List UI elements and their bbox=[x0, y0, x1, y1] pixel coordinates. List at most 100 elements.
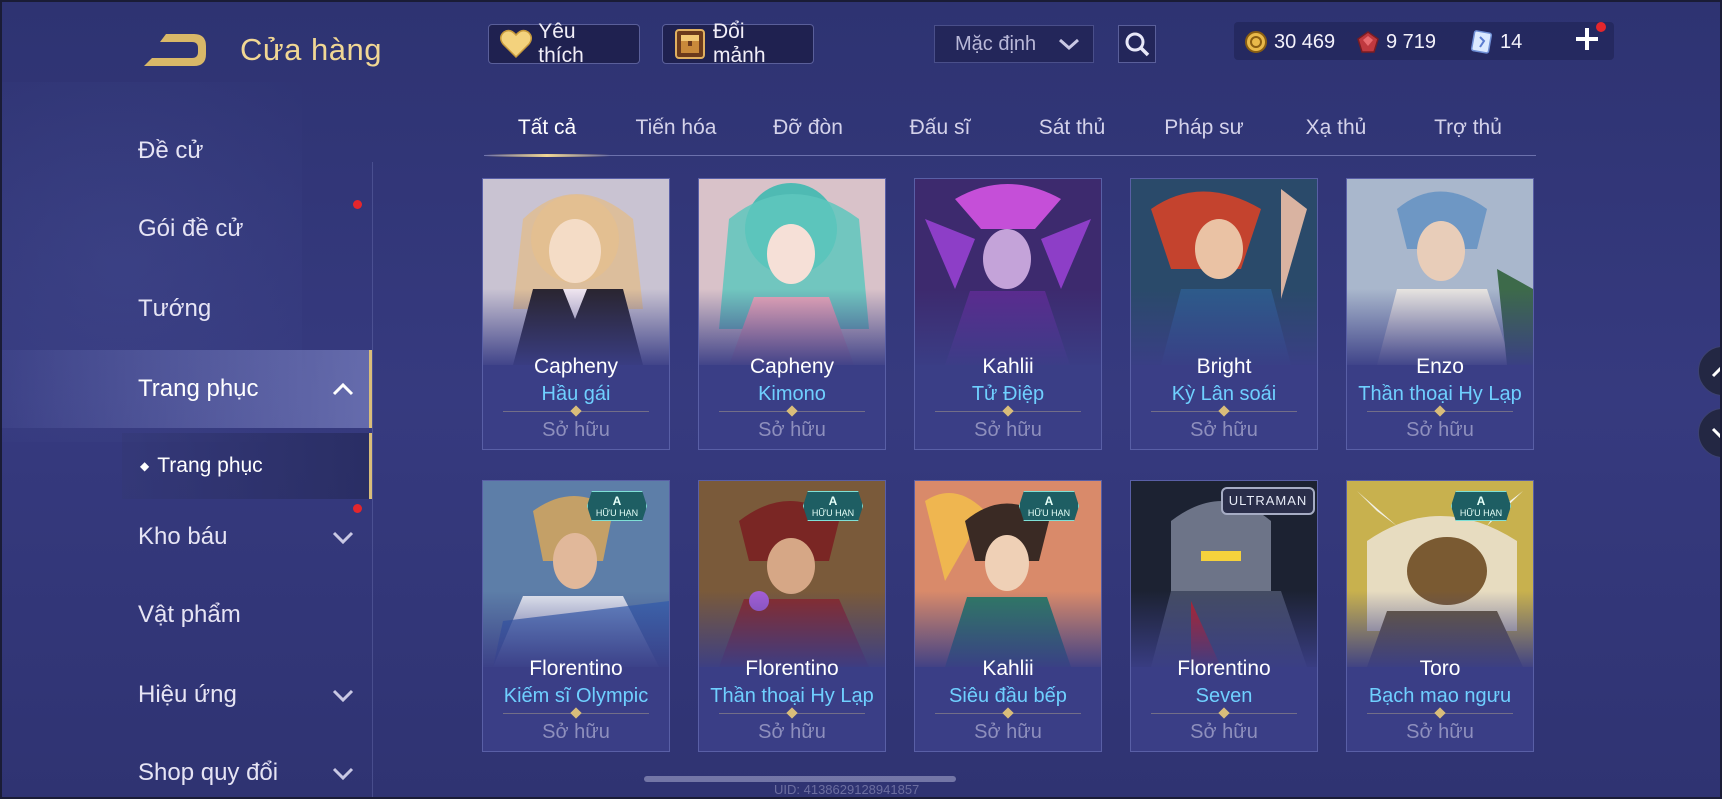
chevron-down-icon bbox=[332, 531, 354, 544]
hero-name: Bright bbox=[1196, 355, 1252, 378]
badge-text: HỮU HẠN bbox=[1459, 508, 1503, 518]
tab-fighter[interactable]: Đấu sĩ bbox=[874, 116, 1006, 140]
sidebar-item-label: Hiệu ứng bbox=[138, 681, 237, 708]
skin-card[interactable]: ULTRAMAN Florentino Seven Sở hữu bbox=[1130, 480, 1318, 752]
sidebar-subitem-skins[interactable]: ◆ Trang phục bbox=[122, 433, 372, 499]
treasure-chest-icon bbox=[673, 27, 707, 61]
owned-status: Sở hữu bbox=[758, 721, 826, 743]
sidebar-item-items[interactable]: Vật phẩm bbox=[2, 576, 372, 654]
badge-text: HỮU HẠN bbox=[1027, 508, 1071, 518]
notification-dot bbox=[353, 504, 362, 513]
skin-card[interactable]: A HỮU HẠN Florentino Kiếm sĩ Olympic Sở h… bbox=[482, 480, 670, 752]
sidebar-item-label: Tướng bbox=[138, 295, 212, 322]
skin-card[interactable]: Bright Kỳ Lân soái Sở hữu bbox=[1130, 178, 1318, 450]
voucher-balance: 14 bbox=[1470, 30, 1522, 54]
tab-label: Đấu sĩ bbox=[909, 116, 971, 139]
sidebar-item-skins[interactable]: Trang phục bbox=[2, 350, 372, 428]
chevron-up-icon bbox=[1711, 366, 1720, 378]
skin-card[interactable]: Enzo Thần thoại Hy Lạp Sở hữu bbox=[1346, 178, 1534, 450]
sidebar-subitem-label: Trang phục bbox=[157, 454, 263, 477]
sort-dropdown[interactable]: Mặc định bbox=[934, 25, 1094, 63]
divider-gem bbox=[1002, 405, 1014, 417]
search-button[interactable] bbox=[1118, 25, 1156, 63]
skin-card[interactable]: A HỮU HẠN Florentino Thần thoại Hy Lạp Sở… bbox=[698, 480, 886, 752]
divider-gem bbox=[1218, 405, 1230, 417]
chevron-down-icon bbox=[1059, 38, 1079, 51]
tab-tank[interactable]: Đỡ đòn bbox=[742, 116, 874, 140]
badge-tier: A bbox=[828, 494, 838, 508]
skin-card[interactable]: Capheny Hầu gái Sở hữu bbox=[482, 178, 670, 450]
owned-status: Sở hữu bbox=[1190, 721, 1258, 743]
sidebar-item-treasure[interactable]: Kho báu bbox=[2, 498, 372, 576]
owned-status: Sở hữu bbox=[542, 419, 610, 441]
owned-status: Sở hữu bbox=[758, 419, 826, 441]
skin-card[interactable]: Capheny Kimono Sở hữu bbox=[698, 178, 886, 450]
tab-label: Pháp sư bbox=[1164, 116, 1244, 139]
divider-gem bbox=[786, 707, 798, 719]
skin-card[interactable]: A HỮU HẠN Toro Bạch mao ngưu Sở hữu bbox=[1346, 480, 1534, 752]
divider-gem bbox=[1218, 707, 1230, 719]
tab-label: Tiến hóa bbox=[635, 116, 717, 139]
scroll-up-button[interactable] bbox=[1698, 346, 1720, 396]
chevron-down-icon bbox=[332, 689, 354, 702]
hero-name: Enzo bbox=[1416, 355, 1464, 378]
sidebar-item-recommended-bundles[interactable]: Gói đề cử bbox=[2, 190, 372, 268]
owned-status: Sở hữu bbox=[1406, 721, 1474, 743]
owned-status: Sở hữu bbox=[974, 419, 1042, 441]
skin-name: Thần thoại Hy Lạp bbox=[1358, 383, 1522, 405]
sidebar-item-heroes[interactable]: Tướng bbox=[2, 270, 372, 348]
tab-evolution[interactable]: Tiến hóa bbox=[610, 116, 742, 140]
hero-name: Kahlii bbox=[982, 355, 1034, 378]
gem-balance: 9 719 bbox=[1356, 30, 1436, 54]
sidebar-item-exchange-shop[interactable]: Shop quy đổi bbox=[2, 734, 372, 797]
badge-text: HỮU HẠN bbox=[595, 508, 639, 518]
tab-mage[interactable]: Pháp sư bbox=[1138, 116, 1270, 140]
divider-gem bbox=[570, 707, 582, 719]
skin-name: Tử Điệp bbox=[971, 383, 1045, 405]
sidebar-item-label: Vật phẩm bbox=[138, 601, 241, 628]
sidebar-item-label: Gói đề cử bbox=[138, 215, 244, 242]
gem-amount: 9 719 bbox=[1386, 30, 1437, 53]
tab-marksman[interactable]: Xạ thủ bbox=[1270, 116, 1402, 140]
shop-screen: Cửa hàng Yêu thích Đổi mảnh Mặc định 30 … bbox=[2, 2, 1720, 797]
favorites-button[interactable]: Yêu thích bbox=[488, 20, 640, 67]
hero-name: Florentino bbox=[745, 657, 839, 680]
tab-support[interactable]: Trợ thủ bbox=[1402, 116, 1534, 140]
skin-card[interactable]: Kahlii Tử Điệp Sở hữu bbox=[914, 178, 1102, 450]
sidebar-item-label: Trang phục bbox=[138, 375, 259, 402]
sidebar-divider bbox=[372, 162, 373, 797]
tab-all[interactable]: Tất cả bbox=[484, 116, 610, 140]
ultraman-badge: ULTRAMAN bbox=[1221, 487, 1315, 515]
tab-label: Đỡ đòn bbox=[773, 116, 843, 139]
skin-name: Kimono bbox=[758, 383, 826, 405]
sort-value: Mặc định bbox=[955, 32, 1037, 55]
sidebar-item-effects[interactable]: Hiệu ứng bbox=[2, 656, 372, 734]
exchange-fragments-button[interactable]: Đổi mảnh bbox=[662, 20, 814, 67]
owned-status: Sở hữu bbox=[1406, 419, 1474, 441]
sidebar-item-recommended[interactable]: Đề cử bbox=[2, 112, 372, 190]
gold-amount: 30 469 bbox=[1274, 30, 1336, 53]
skin-name: Seven bbox=[1195, 685, 1253, 707]
user-id: UID: 4138629128941857 bbox=[774, 782, 920, 797]
back-button[interactable] bbox=[138, 30, 210, 70]
tab-assassin[interactable]: Sát thủ bbox=[1006, 116, 1138, 140]
chevron-up-icon bbox=[332, 382, 354, 396]
scroll-down-button[interactable] bbox=[1698, 408, 1720, 458]
divider-gem bbox=[570, 405, 582, 417]
hero-name: Capheny bbox=[533, 355, 619, 378]
divider-gem bbox=[786, 405, 798, 417]
ruby-gem-icon bbox=[1357, 31, 1379, 53]
bullet-icon: ◆ bbox=[140, 459, 150, 473]
page-title: Cửa hàng bbox=[240, 32, 382, 67]
hero-name: Kahlii bbox=[982, 657, 1034, 680]
divider-gem bbox=[1434, 707, 1446, 719]
hero-name: Capheny bbox=[749, 355, 835, 378]
limited-badge: A HỮU HẠN bbox=[1451, 491, 1511, 521]
voucher-card-icon bbox=[1470, 30, 1493, 54]
badge-tier: A bbox=[612, 494, 622, 508]
chevron-down-icon bbox=[1711, 427, 1720, 439]
tab-label: Sát thủ bbox=[1038, 116, 1106, 139]
sidebar-item-label: Shop quy đổi bbox=[138, 759, 279, 786]
skin-card[interactable]: A HỮU HẠN Kahlii Siêu đầu bếp Sở hữu bbox=[914, 480, 1102, 752]
badge-text: HỮU HẠN bbox=[811, 508, 855, 518]
